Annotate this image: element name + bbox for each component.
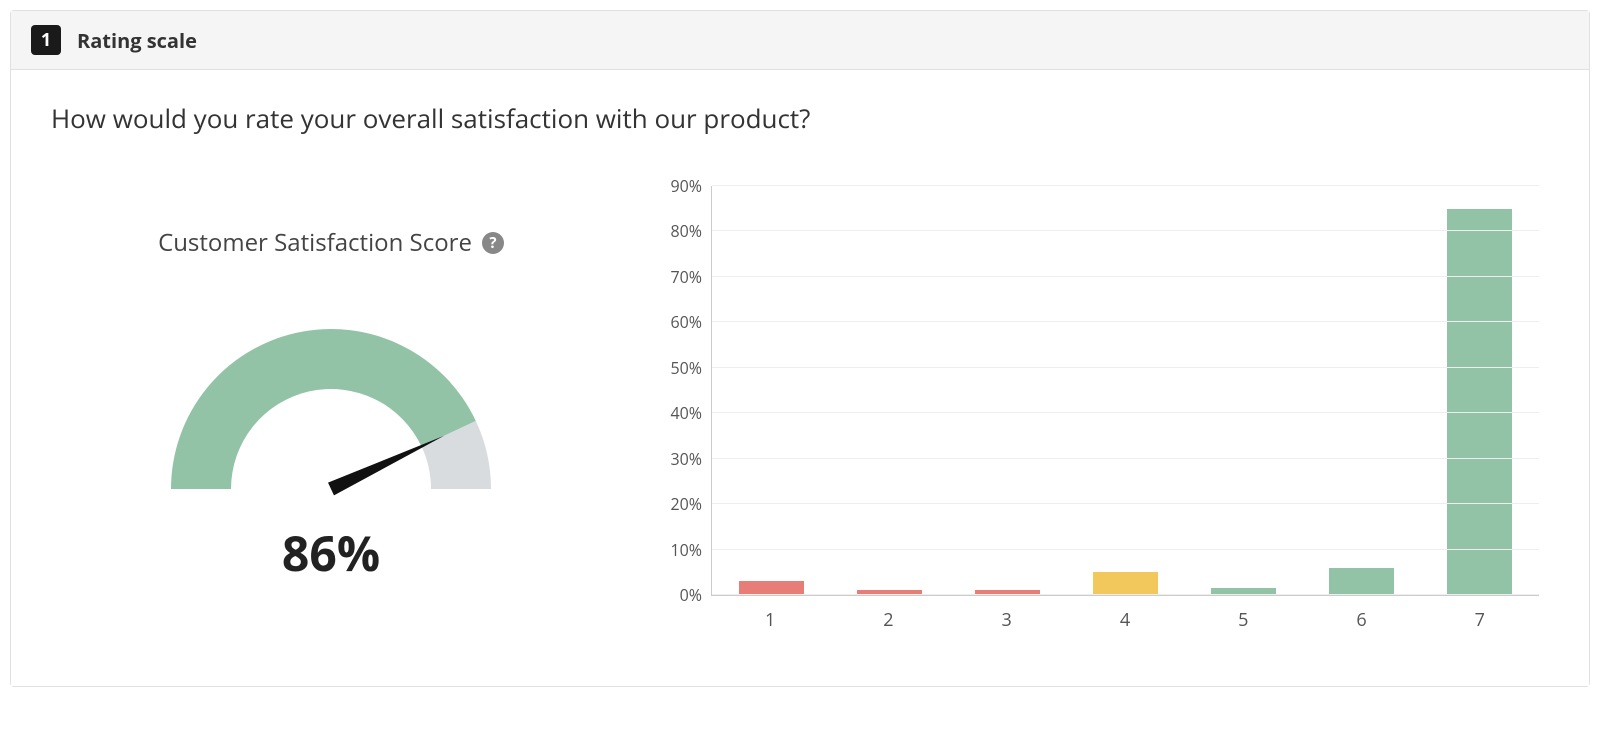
x-tick-label: 2 [829, 600, 947, 636]
question-text: How would you rate your overall satisfac… [51, 100, 1549, 136]
grid-line: 20% [712, 503, 1539, 504]
gauge-title: Customer Satisfaction Score [158, 226, 472, 259]
bar-slot [1421, 186, 1539, 595]
y-tick-label: 80% [670, 220, 712, 242]
charts-row: Customer Satisfaction Score ? 86% 0%10%2… [51, 176, 1549, 636]
y-tick-label: 50% [670, 357, 712, 379]
grid-line: 70% [712, 276, 1539, 277]
plot-area: 0% 10% 20% 30% 40% 50% 60% 70% 80% 90% [711, 186, 1539, 596]
bar-chart-canvas: 0%10%20%30%40%50%60%70%80%90% 1234567 [641, 176, 1549, 636]
x-tick-label: 7 [1421, 600, 1539, 636]
grid-line: 40% [712, 412, 1539, 413]
panel-header: 1 Rating scale [11, 11, 1589, 70]
grid-line: 80% [712, 230, 1539, 231]
grid-line: 10% [712, 549, 1539, 550]
x-tick-label: 3 [948, 600, 1066, 636]
grid-line: 60% [712, 321, 1539, 322]
bar-slot [1066, 186, 1184, 595]
y-tick-label: 20% [670, 493, 712, 515]
y-tick-label: 10% [670, 539, 712, 561]
y-tick-label: 60% [670, 311, 712, 333]
y-tick-label: 40% [670, 402, 712, 424]
gauge-svg [151, 289, 511, 509]
y-tick-label: 90% [670, 175, 712, 197]
y-tick-label: 0% [680, 584, 712, 606]
bar[interactable] [739, 581, 804, 595]
grid-line: 0% [712, 594, 1539, 595]
y-tick-label: 70% [670, 266, 712, 288]
bar-slot [830, 186, 948, 595]
gauge-title-row: Customer Satisfaction Score ? [158, 226, 504, 259]
bar-slot [1185, 186, 1303, 595]
bar[interactable] [1447, 209, 1512, 595]
grid-line: 90% [712, 185, 1539, 186]
bar-chart: 0%10%20%30%40%50%60%70%80%90% 1234567 [641, 176, 1549, 636]
bar[interactable] [1093, 572, 1158, 595]
x-tick-label: 6 [1302, 600, 1420, 636]
bar[interactable] [1329, 568, 1394, 595]
bar-slot [948, 186, 1066, 595]
panel-body: How would you rate your overall satisfac… [11, 70, 1589, 686]
x-tick-label: 4 [1066, 600, 1184, 636]
grid-line: 30% [712, 458, 1539, 459]
bar-slot [712, 186, 830, 595]
help-icon[interactable]: ? [482, 232, 504, 254]
x-axis-labels: 1234567 [711, 600, 1539, 636]
bars-container [712, 186, 1539, 595]
question-type-label: Rating scale [77, 27, 197, 54]
x-tick-label: 5 [1184, 600, 1302, 636]
question-number-badge: 1 [31, 25, 61, 55]
x-tick-label: 1 [711, 600, 829, 636]
bar-slot [1303, 186, 1421, 595]
gauge-chart: Customer Satisfaction Score ? 86% [51, 176, 611, 586]
y-tick-label: 30% [670, 448, 712, 470]
question-panel: 1 Rating scale How would you rate your o… [10, 10, 1590, 687]
gauge-value: 86% [282, 521, 380, 586]
grid-line: 50% [712, 367, 1539, 368]
